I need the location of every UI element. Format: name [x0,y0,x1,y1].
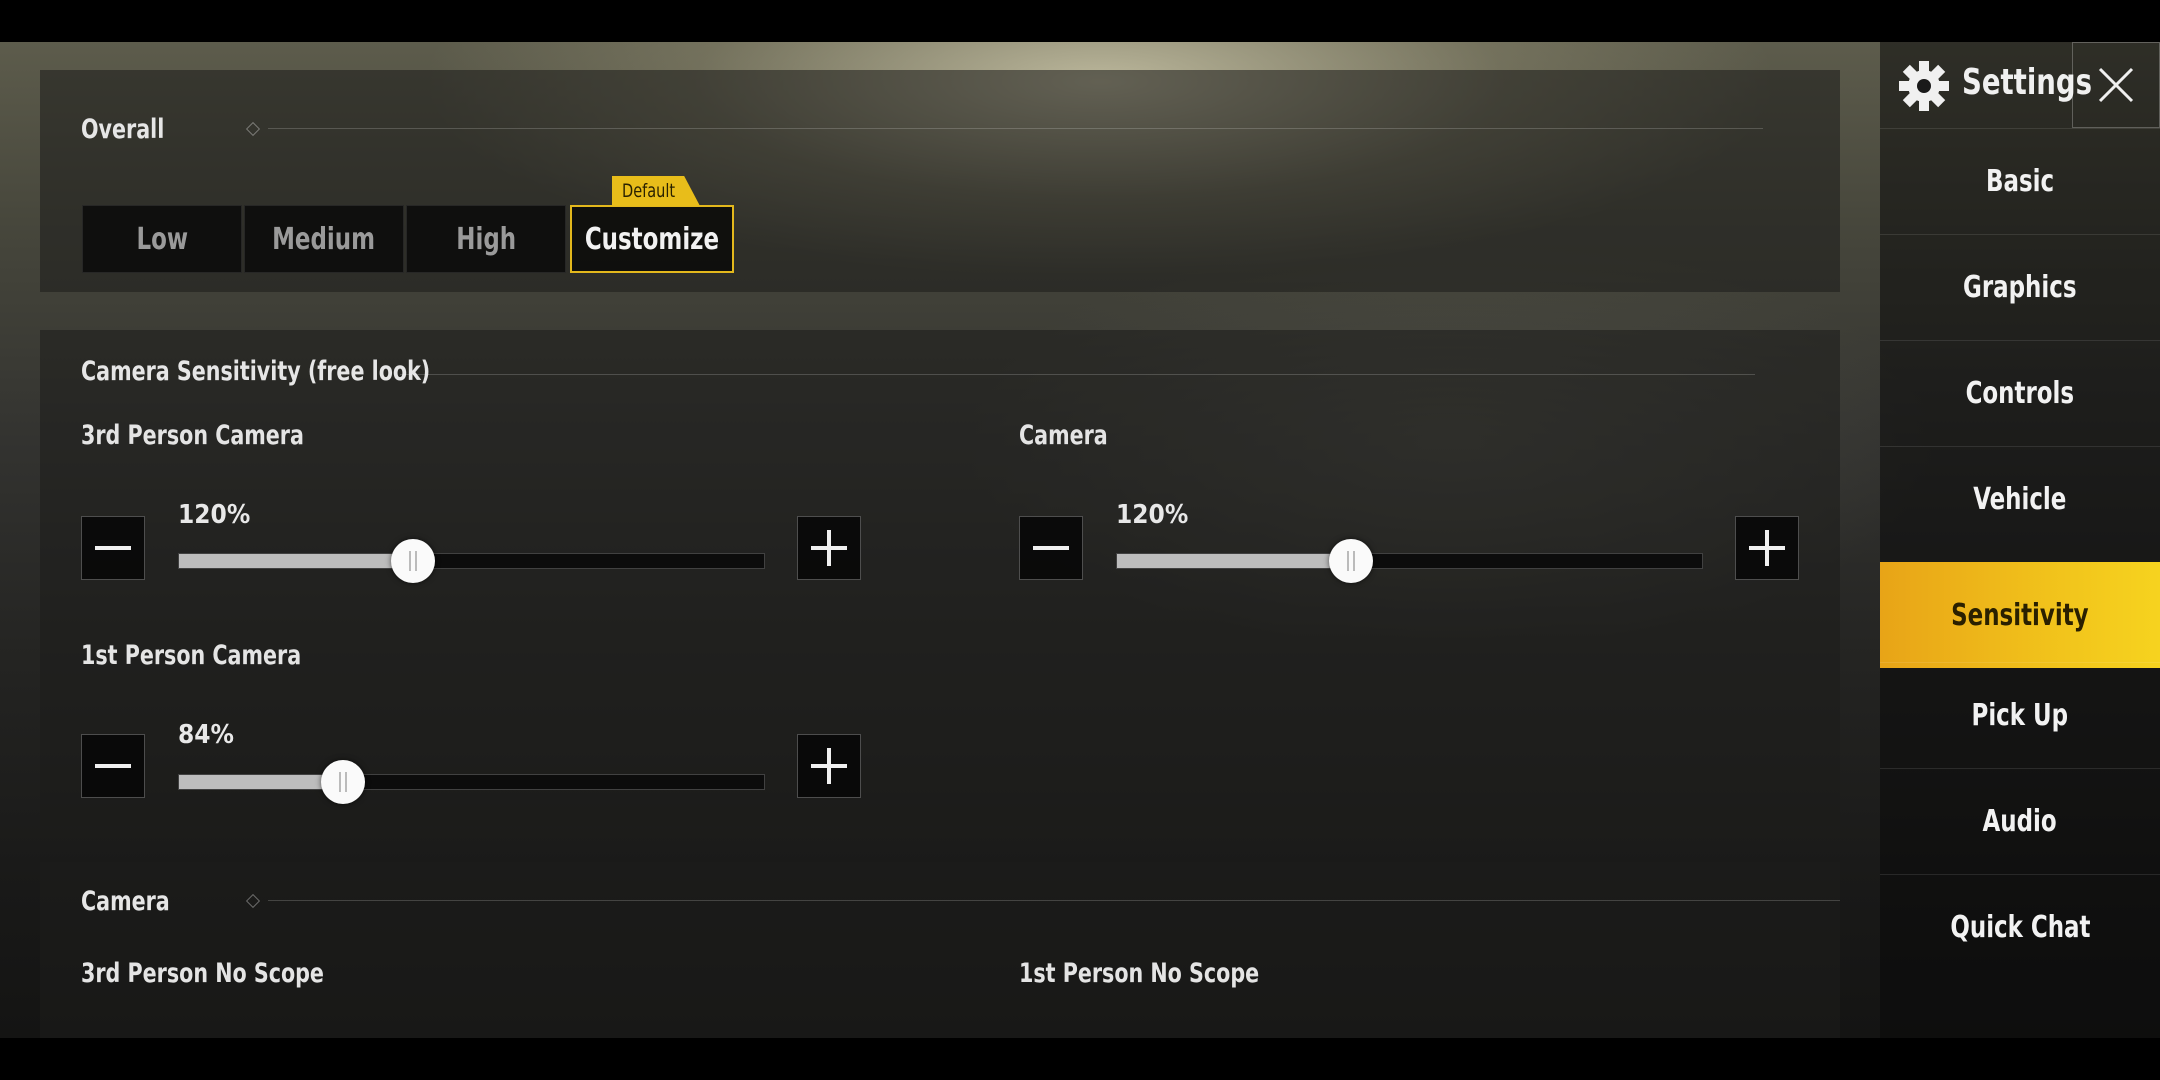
overall-title: Overall [81,114,165,145]
first-person-decrease-button[interactable] [81,734,145,798]
third-person-decrease-button[interactable] [81,516,145,580]
camera-sensitivity-title: Camera Sensitivity (free look) [81,356,431,387]
plus-icon [811,530,847,566]
settings-sidebar: Settings Basic Graphics Controls Vehicle… [1880,42,2160,1038]
sidebar-item-quick-chat[interactable]: Quick Chat [1880,874,2160,980]
camera-sensitivity-panel: Camera Sensitivity (free look) 3rd Perso… [40,330,1840,826]
plus-icon [811,748,847,784]
close-button[interactable] [2072,42,2160,128]
camera-slider-fill [1117,554,1351,568]
first-person-slider-handle[interactable] [320,760,365,804]
section-divider [400,374,1755,375]
first-person-increase-button[interactable] [797,734,861,798]
quality-option-high[interactable]: High [406,205,566,273]
sidebar-item-audio[interactable]: Audio [1880,768,2160,874]
sidebar-item-vehicle[interactable]: Vehicle [1880,446,2160,552]
sidebar-item-graphics[interactable]: Graphics [1880,234,2160,340]
third-person-no-scope-label: 3rd Person No Scope [81,958,324,989]
first-person-value: 84% [178,720,234,750]
camera-section-title: Camera [81,886,170,917]
sidebar-header: Settings [1880,42,2160,128]
camera-value: 120% [1116,500,1189,530]
camera-increase-button[interactable] [1735,516,1799,580]
sidebar-item-pick-up[interactable]: Pick Up [1880,662,2160,768]
minus-icon [1033,546,1069,550]
first-person-slider-fill [179,775,343,789]
minus-icon [95,764,131,768]
divider-diamond [245,893,261,909]
camera-decrease-button[interactable] [1019,516,1083,580]
quality-option-customize[interactable]: Customize [570,205,734,273]
first-person-no-scope-label: 1st Person No Scope [1019,958,1260,989]
quality-option-medium[interactable]: Medium [244,205,404,273]
sidebar-item-controls[interactable]: Controls [1880,340,2160,446]
third-person-slider[interactable] [178,539,765,583]
minus-icon [95,546,131,550]
quality-option-low[interactable]: Low [82,205,242,273]
third-person-value: 120% [178,500,251,530]
camera-label: Camera [1019,420,1108,451]
camera-slider-handle[interactable] [1329,539,1373,583]
default-tag: Default [612,176,700,206]
third-person-slider-fill [179,554,413,568]
divider-diamond [245,121,261,137]
first-person-slider[interactable] [178,760,765,804]
sidebar-item-sensitivity[interactable]: Sensitivity [1880,562,2160,668]
first-person-camera-label: 1st Person Camera [81,640,302,671]
camera-slider[interactable] [1116,539,1703,583]
gear-icon [1899,61,1949,111]
third-person-camera-label: 3rd Person Camera [81,420,304,451]
sidebar-item-basic[interactable]: Basic [1880,128,2160,234]
section-divider [268,128,1763,129]
settings-screen: Overall Low Medium High Customize Defaul… [0,42,2160,1038]
third-person-increase-button[interactable] [797,516,861,580]
section-divider [268,900,1840,901]
third-person-slider-handle[interactable] [391,539,435,583]
camera-panel: Camera 3rd Person No Scope 1st Person No… [40,862,1840,1038]
close-icon [2098,67,2134,103]
plus-icon [1749,530,1785,566]
overall-panel: Overall Low Medium High Customize Defaul… [40,70,1840,292]
